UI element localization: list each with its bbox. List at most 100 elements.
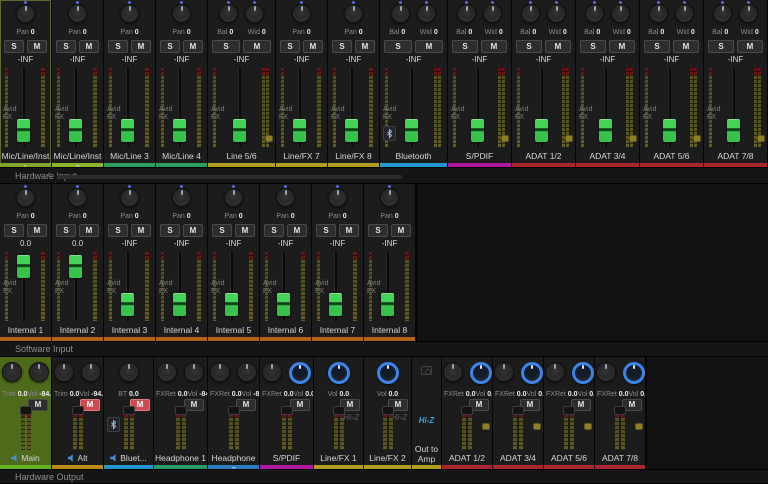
fader-track[interactable] — [732, 68, 735, 147]
bal-knob[interactable] — [585, 4, 604, 23]
trim-knob[interactable] — [2, 362, 22, 382]
mute-button[interactable]: M — [545, 40, 571, 53]
vol-knob[interactable] — [289, 362, 311, 384]
fader-handle[interactable] — [17, 119, 30, 142]
vol-knob[interactable] — [81, 362, 101, 382]
bal-knob[interactable] — [219, 4, 238, 23]
solo-button[interactable]: S — [212, 40, 240, 53]
fxret-knob[interactable] — [210, 362, 230, 382]
fader-track[interactable] — [540, 68, 543, 147]
pan-knob[interactable] — [16, 188, 35, 207]
vol-knob[interactable] — [377, 362, 399, 384]
fader-track[interactable] — [126, 252, 129, 321]
mute-button[interactable]: M — [287, 224, 307, 237]
fader-handle[interactable] — [461, 406, 473, 415]
wid-knob[interactable] — [739, 4, 758, 23]
channel-strip[interactable]: FXRet 0.0Vol 0.0MADAT 7/8 — [595, 357, 646, 469]
fader-handle[interactable] — [17, 255, 30, 278]
fader-track[interactable] — [74, 252, 77, 321]
fader-track[interactable] — [282, 252, 285, 321]
pan-knob[interactable] — [16, 4, 35, 23]
channel-strip[interactable]: Hi-ZOut to Amp — [412, 357, 442, 469]
bal-knob[interactable] — [713, 4, 732, 23]
fader-handle[interactable] — [614, 406, 626, 415]
channel-strip[interactable]: Bal 0Wid 0SM-INFAvid FXADAT 7/8 — [704, 0, 768, 167]
fader-handle[interactable] — [381, 293, 394, 316]
mute-button[interactable]: M — [339, 224, 359, 237]
fader-track[interactable] — [350, 68, 353, 147]
channel-strip[interactable]: FXRet 0.0Vol 0.0MADAT 5/6 — [544, 357, 595, 469]
solo-button[interactable]: S — [708, 40, 734, 53]
channel-strip[interactable]: FXRet 0.0Vol 0.0MS/PDIF — [260, 357, 314, 469]
channel-strip[interactable]: Pan 0SM-INFAvid FXInternal 3 — [104, 184, 156, 341]
mute-button[interactable]: M — [673, 40, 699, 53]
solo-button[interactable]: S — [316, 224, 336, 237]
fader-handle[interactable] — [277, 293, 290, 316]
fader-handle[interactable] — [599, 119, 612, 142]
mute-button[interactable]: M — [79, 224, 99, 237]
fader-handle[interactable] — [123, 406, 135, 415]
channel-strip[interactable]: FXRet 0.0Vol 0.0MADAT 1/2 — [442, 357, 493, 469]
fader-handle[interactable] — [535, 119, 548, 142]
channel-strip[interactable]: FXRet 0.0Vol -84.0MHeadphone 1 — [154, 357, 208, 469]
fader-track[interactable] — [386, 252, 389, 321]
fxret-knob[interactable] — [545, 362, 565, 382]
channel-strip[interactable]: Bal 0Wid 0SM-INFAvid FXLine 5/6 — [208, 0, 276, 167]
mute-button[interactable]: M — [27, 40, 47, 53]
bal-knob[interactable] — [521, 4, 540, 23]
channel-strip[interactable]: Pan 0SM-INFAvid FXMic/Line/Inst 1 — [0, 0, 52, 167]
trim-knob[interactable] — [54, 362, 74, 382]
fader-track[interactable] — [178, 252, 181, 321]
fader-handle[interactable] — [405, 119, 418, 142]
channel-strip[interactable]: Pan 0SM-INFAvid FXMic/Line 4 — [156, 0, 208, 167]
solo-button[interactable]: S — [264, 224, 284, 237]
wid-knob[interactable] — [675, 4, 694, 23]
channel-strip[interactable]: Trim 0.0Vol -84.0MMain — [0, 357, 52, 469]
fader-handle[interactable] — [173, 119, 186, 142]
solo-button[interactable]: S — [384, 40, 412, 53]
solo-button[interactable]: S — [160, 224, 180, 237]
mute-button[interactable]: M — [27, 224, 47, 237]
channel-strip[interactable]: Pan 0SM-INFAvid FXInternal 8 — [364, 184, 416, 341]
solo-button[interactable]: S — [368, 224, 388, 237]
vol-knob[interactable] — [521, 362, 543, 384]
fader-handle[interactable] — [175, 406, 187, 415]
pan-knob[interactable] — [68, 188, 87, 207]
solo-button[interactable]: S — [516, 40, 542, 53]
solo-button[interactable]: S — [4, 40, 24, 53]
mute-button[interactable]: M — [415, 40, 443, 53]
solo-button[interactable]: S — [580, 40, 606, 53]
solo-button[interactable]: S — [56, 224, 76, 237]
solo-button[interactable]: S — [452, 40, 478, 53]
fader-track[interactable] — [74, 68, 77, 147]
channel-strip[interactable]: Vol 0.0MHi-ZLine/FX 2 — [364, 357, 412, 469]
fader-track[interactable] — [22, 68, 25, 147]
pan-knob[interactable] — [224, 188, 243, 207]
pan-knob[interactable] — [328, 188, 347, 207]
mute-button[interactable]: M — [243, 40, 271, 53]
channel-strip[interactable]: Pan 0SM-INFAvid FXInternal 7 — [312, 184, 364, 341]
fader-handle[interactable] — [121, 119, 134, 142]
mute-button[interactable]: M — [481, 40, 507, 53]
mute-button[interactable]: M — [391, 224, 411, 237]
channel-strip[interactable]: Bal 0Wid 0SM-INFAvid FXBluetooth — [380, 0, 448, 167]
fader-track[interactable] — [238, 68, 241, 147]
fader-handle[interactable] — [225, 293, 238, 316]
channel-strip[interactable]: BT 0.0MBluet... — [104, 357, 154, 469]
solo-button[interactable]: S — [644, 40, 670, 53]
pan-knob[interactable] — [172, 4, 191, 23]
mute-button[interactable]: M — [290, 399, 310, 411]
vol-knob[interactable] — [184, 362, 204, 382]
solo-button[interactable]: S — [108, 40, 128, 53]
mute-button[interactable]: M — [355, 40, 375, 53]
channel-strip[interactable]: Pan 0SM-INFAvid FXInternal 4 — [156, 184, 208, 341]
channel-strip[interactable]: Bal 0Wid 0SM-INFAvid FXADAT 3/4 — [576, 0, 640, 167]
solo-button[interactable]: S — [4, 224, 24, 237]
fader-handle[interactable] — [72, 406, 84, 415]
vol-knob[interactable] — [328, 362, 350, 384]
channel-strip[interactable]: Trim 0.0Vol -94.0MAlt — [52, 357, 104, 469]
pan-knob[interactable] — [68, 4, 87, 23]
channel-strip[interactable]: Bal 0Wid 0SM-INFAvid FXS/PDIF — [448, 0, 512, 167]
fader-track[interactable] — [604, 68, 607, 147]
fader-handle[interactable] — [563, 406, 575, 415]
